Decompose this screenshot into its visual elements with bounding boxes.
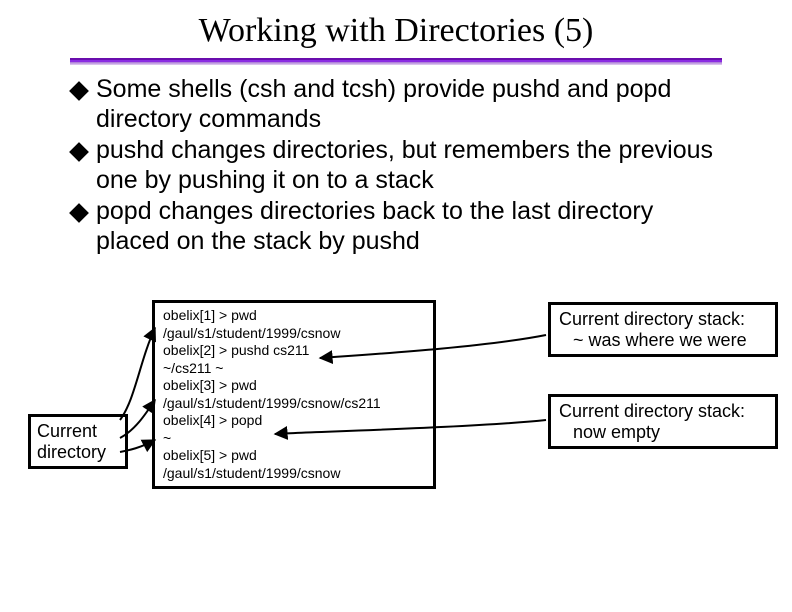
text-span: changes directories, but remembers the p… [96, 136, 713, 194]
label-line: directory [37, 442, 106, 462]
command-text: pushd [352, 227, 420, 255]
label-line: Current directory stack: [559, 309, 745, 329]
diamond-icon [69, 203, 89, 223]
label-line: Current directory stack: [559, 401, 745, 421]
directory-stack-box-1: Current directory stack: ~ was where we … [548, 302, 778, 357]
bullet-text: Some shells (csh and tcsh) provide pushd… [96, 75, 732, 134]
bullet-list: Some shells (csh and tcsh) provide pushd… [72, 75, 732, 256]
bullet-item: popd changes directories back to the las… [72, 197, 732, 256]
slide-title: Working with Directories (5) [0, 0, 792, 50]
command-text: popd [616, 75, 672, 103]
directory-stack-box-2: Current directory stack: now empty [548, 394, 778, 449]
slide: Working with Directories (5) Some shells… [0, 0, 792, 612]
diamond-icon [69, 81, 89, 101]
diamond-icon [69, 142, 89, 162]
label-line: ~ was where we were [559, 330, 767, 351]
bullet-item: pushd changes directories, but remembers… [72, 136, 732, 195]
text-span: directory commands [96, 105, 321, 133]
command-text: pushd [96, 136, 164, 164]
command-text: pushd [492, 75, 560, 103]
bullet-item: Some shells (csh and tcsh) provide pushd… [72, 75, 732, 134]
command-text: popd [96, 197, 152, 225]
text-span: and [560, 75, 616, 103]
label-line: now empty [559, 422, 767, 443]
current-directory-label-box: Current directory [28, 414, 128, 469]
bullet-text: pushd changes directories, but remembers… [96, 136, 732, 195]
label-line: Current [37, 421, 97, 441]
title-divider [70, 58, 722, 65]
text-span: Some shells (csh and tcsh) provide [96, 75, 492, 103]
arrow-curdir-to-pwd1 [120, 328, 155, 420]
terminal-output-box: obelix[1] > pwd /gaul/s1/student/1999/cs… [152, 300, 436, 489]
bullet-text: popd changes directories back to the las… [96, 197, 732, 256]
